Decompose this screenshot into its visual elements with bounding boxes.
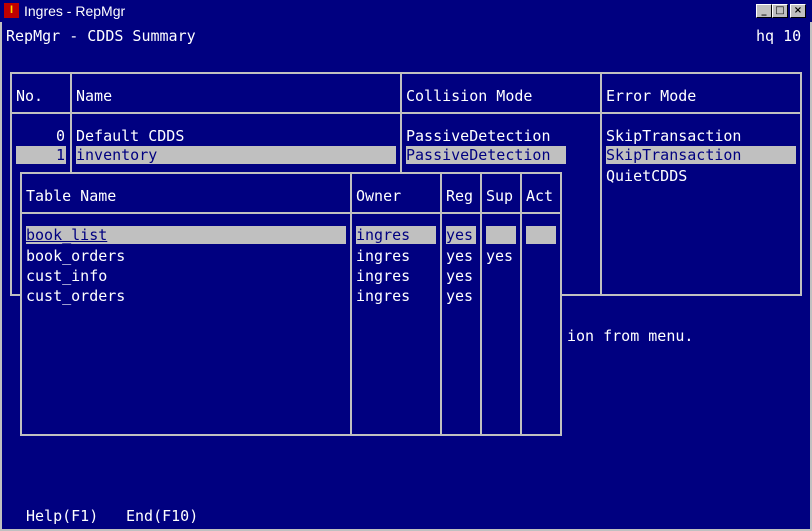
table-reg: yes (446, 267, 474, 285)
terminal-screen: RepMgr - CDDS Summary hq 10 No. Name Col… (2, 22, 810, 529)
col-header-owner: Owner (356, 187, 402, 205)
window-title-bar[interactable]: I Ingres - RepMgr _ □ × (0, 0, 812, 22)
table-name: book_list (26, 226, 108, 244)
cdds-name: inventory (76, 146, 158, 164)
table-reg: yes (446, 247, 474, 265)
act-field[interactable] (526, 226, 556, 244)
table-owner: ingres (356, 226, 411, 244)
table-owner: ingres (356, 287, 411, 305)
table-owner: ingres (356, 267, 411, 285)
table-owner: ingres (356, 247, 411, 265)
menu-end[interactable]: End(F10) (126, 506, 198, 526)
col-header-name: Name (76, 87, 113, 105)
col-header-sup: Sup (486, 187, 514, 205)
ingres-app-icon[interactable]: I (4, 3, 19, 18)
table-sup: yes (486, 247, 514, 265)
table-reg: yes (446, 226, 474, 244)
menu-help[interactable]: Help(F1) (26, 506, 98, 526)
cdds-no: 0 (56, 127, 66, 145)
col-header-error-mode: Error Mode (606, 87, 697, 105)
cdds-name: Default CDDS (76, 127, 185, 145)
maximize-button[interactable]: □ (772, 4, 788, 18)
screen-header-right: hq 10 (756, 27, 802, 45)
cdds-error-mode: SkipTransaction (606, 146, 742, 164)
table-name: book_orders (26, 247, 126, 265)
col-header-act: Act (526, 187, 554, 205)
screen-title: RepMgr - CDDS Summary (6, 27, 196, 45)
col-header-reg: Reg (446, 187, 474, 205)
table-name: cust_orders (26, 287, 126, 305)
col-header-collision-mode: Collision Mode (406, 87, 533, 105)
status-message-fragment: ion from menu. (567, 327, 694, 345)
table-name: cust_info (26, 267, 108, 285)
table-reg: yes (446, 287, 474, 305)
error-mode-extra: QuietCDDS (606, 167, 688, 185)
sup-field[interactable] (486, 226, 516, 244)
close-button[interactable]: × (790, 4, 806, 18)
cdds-error-mode: SkipTransaction (606, 127, 742, 145)
cdds-collision-mode: PassiveDetection (406, 146, 551, 164)
col-header-no: No. (16, 87, 44, 105)
cdds-collision-mode: PassiveDetection (406, 127, 551, 145)
minimize-button[interactable]: _ (756, 4, 772, 18)
col-header-table-name: Table Name (26, 187, 117, 205)
cdds-no: 1 (56, 146, 66, 164)
window-title: Ingres - RepMgr (24, 3, 126, 19)
